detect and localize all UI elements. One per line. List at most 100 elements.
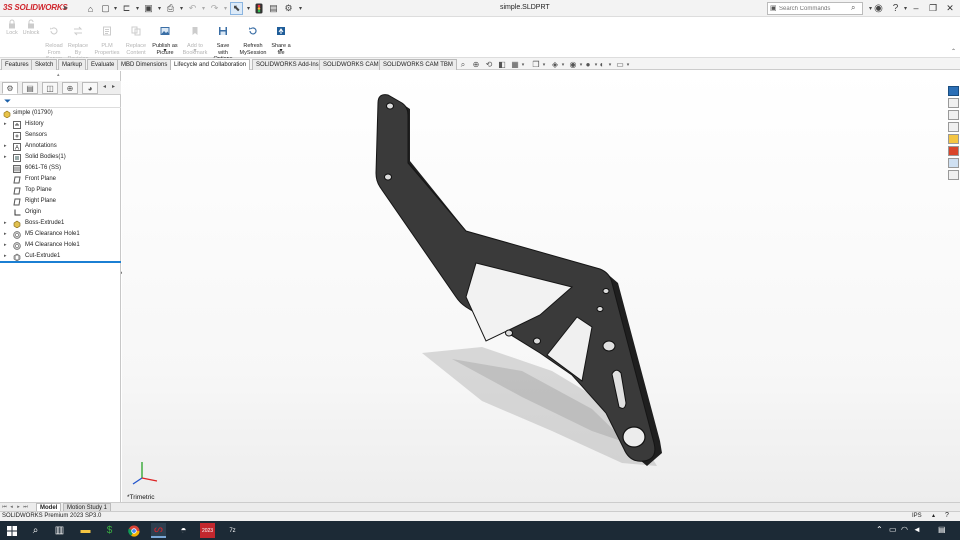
tab-sketch[interactable]: Sketch [31,59,58,70]
tree-item-right-plane[interactable]: Right Plane [0,196,121,207]
app-7z-taskbar-icon[interactable]: 7z [225,523,240,538]
tree-item-history[interactable]: ▸ History [0,119,121,130]
tray-network-icon[interactable]: ▭ [889,525,897,534]
displaymanager-tab[interactable]: ◕ [82,82,98,94]
file-explorer-icon[interactable] [948,122,959,132]
plm-properties-button[interactable]: PLM Properties [93,19,121,56]
view-settings-dropdown-icon[interactable]: ▾ [623,60,633,70]
orientation-dropdown-icon[interactable]: ▾ [539,60,549,70]
filter-icon[interactable]: ⏷ [4,96,11,107]
zoom-to-fit-icon[interactable]: ⌕ [458,60,468,70]
expand-arrow-icon[interactable]: ▸ [4,152,7,163]
dimxpertmanager-tab[interactable]: ⊕ [62,82,78,94]
configurationmanager-tab[interactable]: ◫ [42,82,58,94]
zoom-to-area-icon[interactable]: ⊕ [471,60,481,70]
view-palette-icon[interactable] [948,134,959,144]
design-library-icon[interactable] [948,110,959,120]
expand-arrow-icon[interactable]: ▸ [4,240,7,251]
featuremanager-tab[interactable]: ⚙ [2,82,18,94]
tab-solidworks-cam[interactable]: SOLIDWORKS CAM [319,59,383,70]
file-properties-icon[interactable]: ▤ [267,2,280,15]
user-account-icon[interactable]: ◉ [872,2,885,15]
annotation-dropdown-icon[interactable]: ▾ [518,60,528,70]
replace-content-button[interactable]: Replace Content [123,19,149,56]
display-style-dropdown-icon[interactable]: ▾ [558,60,568,70]
3dexperience-icon[interactable] [948,98,959,108]
scene-dropdown-icon[interactable]: ▾ [605,60,615,70]
menu-expand-icon[interactable]: ▸ [64,3,68,12]
previous-view-icon[interactable]: ⟲ [484,60,494,70]
windows-start-icon[interactable] [4,523,19,538]
tree-item-m4-clearance-hole1[interactable]: ▸ M4 Clearance Hole1 [0,240,121,251]
tree-item-solid-bodies[interactable]: ▸ Solid Bodies(1) [0,152,121,163]
tab-evaluate[interactable]: Evaluate [87,59,119,70]
tray-wifi-icon[interactable]: ◠ [901,525,908,534]
bookmark-dropdown-icon[interactable]: ▾ [191,48,199,55]
home-icon[interactable]: ⌂ [84,2,97,15]
tree-item-sensors[interactable]: Sensors [0,130,121,141]
tray-chevron-icon[interactable]: ⌃ [876,525,883,534]
minimize-icon[interactable]: – [909,2,923,15]
help-status-icon[interactable]: ? [945,512,949,519]
tree-item-origin[interactable]: Origin [0,207,121,218]
lock-button[interactable]: Lock [4,19,20,37]
tree-item-m5-clearance-hole1[interactable]: ▸ M5 Clearance Hole1 [0,229,121,240]
reload-from-server-button[interactable]: Reload From Server [43,19,65,63]
solidworks-2023-taskbar-icon[interactable]: 2023 [200,523,215,538]
solidworks-taskbar-icon[interactable]: ᔕ [151,523,166,538]
tab-solidworks-cam-tbm[interactable]: SOLIDWORKS CAM TBM [379,59,457,70]
taskbar-search-icon[interactable]: ⌕ [28,523,43,538]
tree-item-material[interactable]: 6061-T6 (SS) [0,163,121,174]
publish-dropdown-icon[interactable]: ▾ [161,48,169,55]
tree-item-top-plane[interactable]: Top Plane [0,185,121,196]
tree-item-boss-extrude1[interactable]: ▸ Boss-Extrude1 [0,218,121,229]
expand-arrow-icon[interactable]: ▸ [4,229,7,240]
chrome-taskbar-icon[interactable] [126,523,141,538]
app-globe-taskbar-icon[interactable]: ◓ [176,523,191,538]
tree-item-front-plane[interactable]: Front Plane [0,174,121,185]
tab-mbd-dimensions[interactable]: MBD Dimensions [117,59,172,70]
search-commands-type-icon[interactable]: ▣ [770,4,777,12]
search-commands-box[interactable]: ▣ ⌕ [767,2,863,15]
close-icon[interactable]: ✕ [943,2,957,15]
search-input[interactable] [779,3,855,14]
appearances-icon[interactable] [948,146,959,156]
tab-markup[interactable]: Markup [58,59,87,70]
graphics-area[interactable]: *Trimetric ◫ ⧉ – ❐ ✕ [122,71,960,502]
solidworks-forum-icon[interactable] [948,170,959,180]
solidworks-resources-icon[interactable] [948,86,959,96]
propertymanager-tab[interactable]: ▤ [22,82,38,94]
section-view-icon[interactable]: ◧ [497,60,507,70]
tab-features[interactable]: Features [1,59,33,70]
part-model[interactable] [122,71,960,502]
custom-properties-icon[interactable] [948,158,959,168]
tray-notification-icon[interactable]: ▤ [938,525,946,534]
rebuild-icon[interactable] [252,2,265,15]
share-dropdown-icon[interactable]: ▾ [277,48,285,55]
tray-volume-icon[interactable]: ◄ [913,525,921,534]
task-view-icon[interactable]: ▥ [52,523,67,538]
solidworks-logo[interactable]: 3S SOLIDWORKS [3,3,68,12]
replace-by-revision-button[interactable]: Replace By Revision [66,19,90,63]
expand-arrow-icon[interactable]: ▸ [4,141,7,152]
panel-collapse-handle[interactable]: ▴ [57,72,60,78]
refresh-mysession-button[interactable]: Refresh MySession [237,19,269,56]
units-dropdown-icon[interactable]: ▴ [932,512,935,519]
search-icon[interactable]: ⌕ [851,3,855,13]
tab-solidworks-add-ins[interactable]: SOLIDWORKS Add-Ins [252,59,323,70]
save-with-options-button[interactable]: Save with Options [211,19,235,63]
app-s-taskbar-icon[interactable]: $ [102,523,117,538]
collapse-ribbon-icon[interactable]: ⌃ [951,48,956,55]
unlock-button[interactable]: Unlock [20,19,42,37]
rollback-bar[interactable] [0,261,121,263]
restore-icon[interactable]: ❐ [926,2,940,15]
tree-root-part[interactable]: simple (01790) [0,108,121,119]
expand-arrow-icon[interactable]: ▸ [4,218,7,229]
tabs-scroll-right-icon[interactable]: ▸ [112,83,115,90]
unit-system[interactable]: IPS [912,513,922,519]
tree-item-annotations[interactable]: ▸ A Annotations [0,141,121,152]
options-dropdown-icon[interactable]: ▾ [294,2,307,15]
expand-arrow-icon[interactable]: ▸ [4,119,7,130]
tabs-scroll-left-icon[interactable]: ◂ [103,83,106,90]
file-explorer-taskbar-icon[interactable]: ▬ [78,523,93,538]
